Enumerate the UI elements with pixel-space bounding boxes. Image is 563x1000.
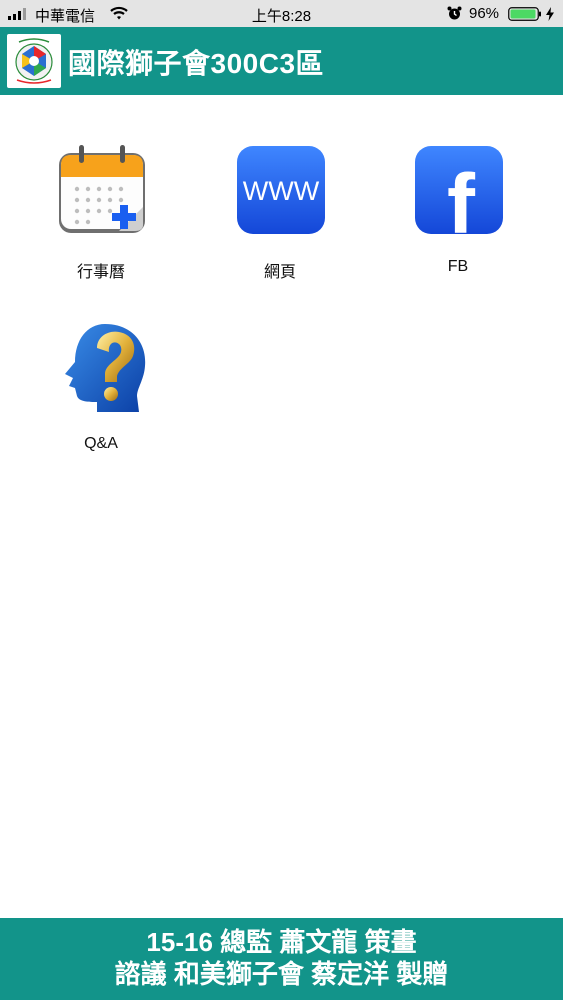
- alarm-icon: [447, 6, 462, 20]
- app-label-calendar: 行事曆: [76, 264, 125, 281]
- app-header: 國際獅子會300C3區: [0, 27, 563, 95]
- app-label-website: 網頁: [263, 264, 296, 281]
- app-tile-website[interactable]: WWW 網頁: [205, 145, 355, 305]
- facebook-icon: f: [415, 146, 503, 235]
- battery-icon: [508, 7, 541, 21]
- footer-line-planner: 15-16 總監 蕭文龍 策畫: [146, 927, 417, 957]
- app-tile-calendar[interactable]: 行事曆: [26, 145, 176, 305]
- www-icon: WWW: [237, 146, 325, 234]
- app-tile-facebook[interactable]: f FB: [383, 145, 533, 305]
- lions-club-logo: [7, 34, 61, 88]
- question-head-icon: [65, 324, 146, 412]
- calendar-icon: [59, 145, 145, 233]
- app-tile-qa[interactable]: Q&A: [26, 322, 176, 482]
- footer-credits: 15-16 總監 蕭文龍 策畫 諮議 和美獅子會 蔡定洋 製贈: [0, 918, 563, 1000]
- app-label-facebook: FB: [447, 258, 469, 275]
- status-bar: 中華電信 上午8:28 96%: [0, 0, 563, 27]
- battery-percent: 96%: [469, 5, 500, 22]
- svg-text:WWW: WWW: [243, 176, 320, 206]
- charging-icon: [546, 7, 554, 21]
- svg-text:f: f: [447, 157, 476, 235]
- app-label-qa: Q&A: [84, 435, 118, 452]
- footer-line-donor: 諮議 和美獅子會 蔡定洋 製贈: [114, 959, 449, 989]
- page-title: 國際獅子會300C3區: [68, 48, 325, 79]
